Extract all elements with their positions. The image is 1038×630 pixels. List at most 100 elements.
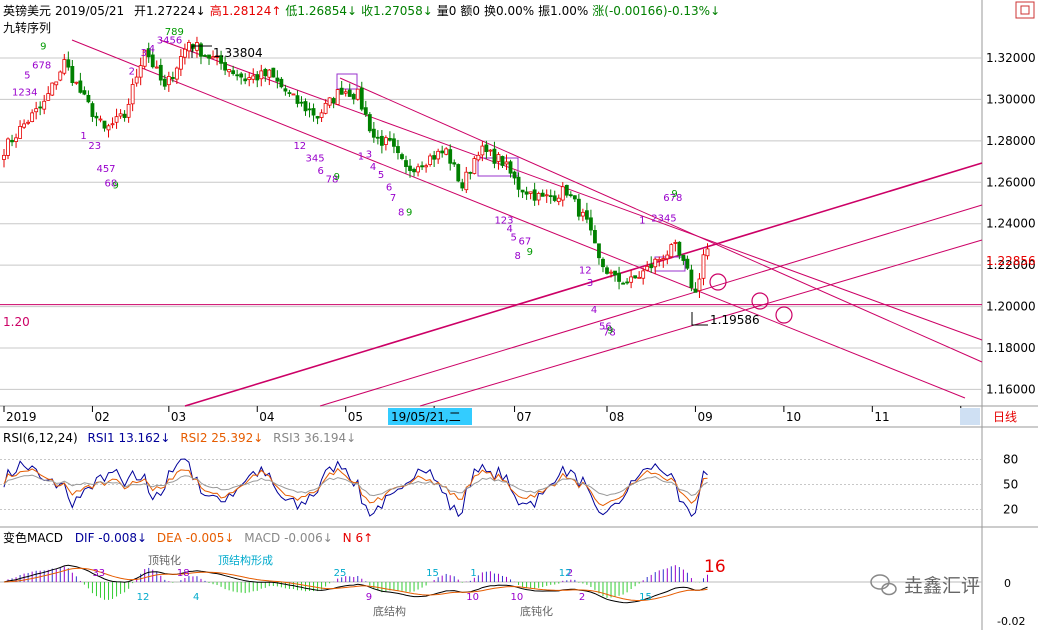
nine-count-label: 12 (293, 141, 306, 152)
candle-body (456, 164, 461, 182)
candle-body (653, 258, 658, 268)
candle-body (178, 56, 183, 70)
candle-body (247, 77, 252, 80)
candle-body (492, 148, 497, 164)
candle-body (323, 102, 328, 114)
candle-body (110, 123, 115, 126)
candle-body (625, 281, 629, 284)
candle-body (6, 138, 10, 156)
low-price-label: 1.19586 (710, 313, 760, 327)
header-item: 高1.28124↑ (210, 3, 282, 18)
macd-header: 变色MACD DIF -0.008↓ DEA -0.005↓ MACD -0.0… (3, 530, 373, 545)
candle-body (576, 198, 581, 217)
candle-body (544, 194, 549, 197)
nine-count-label: 3 (366, 149, 372, 160)
macd-count-label: 4 (193, 592, 199, 603)
header-item: 低1.26854↓ (285, 4, 357, 18)
time-tick-label: 07 (517, 410, 532, 424)
candle-body (420, 165, 424, 168)
candle-body (480, 145, 485, 156)
candle-body (452, 162, 457, 165)
candle-body (444, 148, 449, 155)
candle-body (476, 154, 481, 161)
candle-body (122, 113, 127, 118)
candle-body (661, 258, 666, 261)
candle-body (287, 92, 292, 94)
price-tick-label: 1.26000 (986, 175, 1036, 189)
candle-body (239, 73, 244, 78)
header-item: 振1.00% (538, 4, 588, 18)
candle-body (516, 176, 521, 190)
price-tick-label: 1.30000 (986, 92, 1036, 106)
nine-count-label: 4 (149, 44, 155, 55)
macd-note-bottom-dull: 底钝化 (520, 604, 553, 618)
candle-body (448, 149, 453, 164)
settings-icon[interactable] (1015, 1, 1035, 19)
nine-count-label: 457 (96, 164, 115, 175)
candle-body (617, 272, 621, 282)
time-tick-label: 04 (259, 410, 274, 424)
nine-count-label: 8 (398, 207, 404, 218)
candle-body (130, 84, 135, 105)
macd-count-label: 33 (92, 568, 105, 579)
nine-count-label: 1234 (12, 87, 37, 98)
candle-body (10, 139, 14, 143)
candle-body (34, 108, 39, 113)
nine-count-label: 7 (390, 193, 396, 204)
candle-body (396, 146, 400, 154)
candle-body (255, 74, 260, 81)
candle-body (118, 113, 123, 117)
macd-note-top-dull: 顶钝化 (148, 553, 181, 567)
candle-body (299, 101, 304, 104)
nine-count-label: 1 (639, 216, 645, 227)
candle-body (182, 48, 187, 58)
candle-body (524, 191, 529, 195)
candle-body (681, 254, 686, 261)
nine-count-label: 5 (378, 170, 384, 181)
candle-body (428, 155, 433, 165)
candle-body (303, 101, 308, 112)
candle-body (701, 254, 706, 279)
nine-count-label: 5 (511, 232, 517, 243)
candle-body (251, 75, 256, 80)
candle-body (102, 120, 107, 129)
candle-body (589, 217, 593, 231)
gbpusd-chart: 12345678912345768923 434567891234567891 34… (0, 0, 1038, 630)
candle-body (162, 78, 167, 87)
candle-body (267, 69, 272, 78)
candle-body (343, 91, 348, 94)
candle-body (86, 94, 91, 103)
candle-body (22, 123, 27, 128)
candle-body (38, 106, 43, 109)
candle-body (311, 108, 316, 116)
candle-body (315, 116, 320, 119)
nine-count-label: 9 (607, 326, 613, 337)
candle-body (259, 70, 264, 80)
candle-body (235, 74, 240, 77)
header-item: 换0.00% (484, 4, 534, 18)
candle-body (629, 276, 634, 283)
nine-count-label: 2 (129, 67, 135, 78)
candle-body (359, 87, 364, 110)
candle-body (645, 265, 650, 271)
nine-count-label: 345 (306, 154, 325, 165)
candle-body (673, 242, 678, 244)
candle-body (392, 138, 396, 147)
candle-body (42, 100, 47, 110)
nine-count-label: 1 (80, 131, 86, 142)
period-tab-daily[interactable]: 日线 (993, 410, 1017, 424)
nine-count-label: 1 (358, 152, 364, 163)
time-tick-label: 03 (171, 410, 186, 424)
candle-body (106, 125, 111, 131)
candle-body (512, 171, 517, 179)
candle-body (464, 171, 469, 191)
candle-body (339, 87, 344, 95)
candle-body (26, 121, 31, 124)
candle-body (504, 161, 509, 165)
candle-body (601, 258, 605, 268)
candle-body (126, 103, 131, 118)
rsi-tick-label: 50 (1003, 478, 1018, 492)
candle-body (174, 67, 179, 80)
macd-count-label: 15 (639, 592, 652, 603)
time-tick-label: 11 (874, 410, 889, 424)
